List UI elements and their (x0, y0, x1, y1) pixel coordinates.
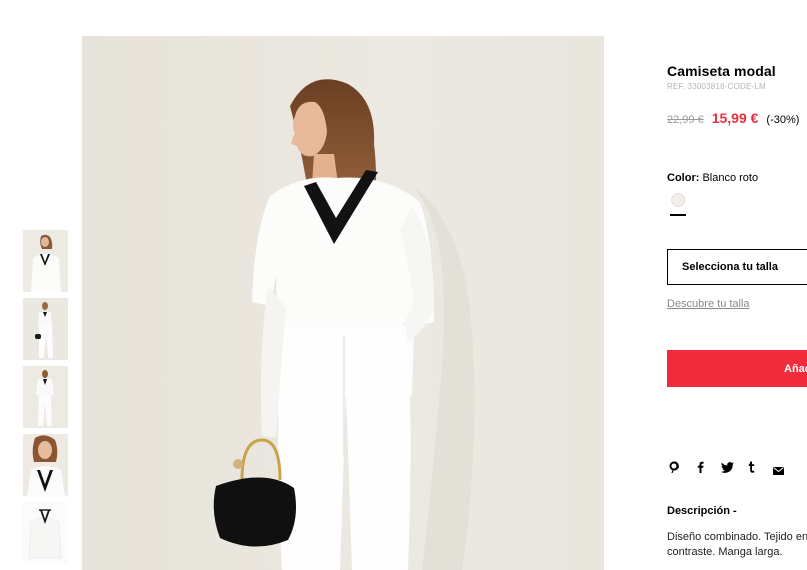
thumbnail-5[interactable] (23, 502, 68, 564)
main-product-image[interactable] (82, 36, 604, 570)
description-title[interactable]: Descripción - (667, 505, 737, 517)
color-swatch-blanco-roto[interactable] (671, 193, 685, 207)
color-label: Color: (667, 172, 700, 184)
pinterest-icon[interactable] (669, 460, 679, 478)
thumbnail-2[interactable] (23, 298, 68, 360)
color-row: Color: Blanco roto (667, 172, 758, 184)
thumbnail-1[interactable] (23, 230, 68, 292)
thumbnail-gallery (23, 230, 68, 570)
product-reference: REF. 33003818-CODE-LM (667, 82, 766, 91)
email-icon[interactable] (773, 462, 784, 480)
add-to-cart-button[interactable]: Añadir (667, 350, 807, 387)
product-info: Camiseta modal REF. 33003818-CODE-LM 22,… (667, 62, 807, 558)
price-block: 22,99 € 15,99 € (-30%) (667, 110, 799, 128)
tumblr-icon[interactable] (748, 460, 755, 478)
discount-badge: (-30%) (766, 114, 800, 126)
facebook-icon[interactable] (697, 460, 704, 478)
thumbnail-3[interactable] (23, 366, 68, 428)
original-price: 22,99 € (667, 114, 704, 126)
product-title: Camiseta modal (667, 63, 776, 79)
thumbnail-4[interactable] (23, 434, 68, 496)
color-value: Blanco roto (702, 172, 759, 184)
swatch-selected-indicator (670, 214, 686, 216)
sale-price: 15,99 € (711, 110, 759, 126)
size-select[interactable]: Selecciona tu talla (667, 249, 807, 285)
twitter-icon[interactable] (721, 460, 734, 478)
description-text: Diseño combinado. Tejido en contraste. M… (667, 531, 807, 558)
size-guide-link[interactable]: Descubre tu talla (667, 298, 750, 310)
